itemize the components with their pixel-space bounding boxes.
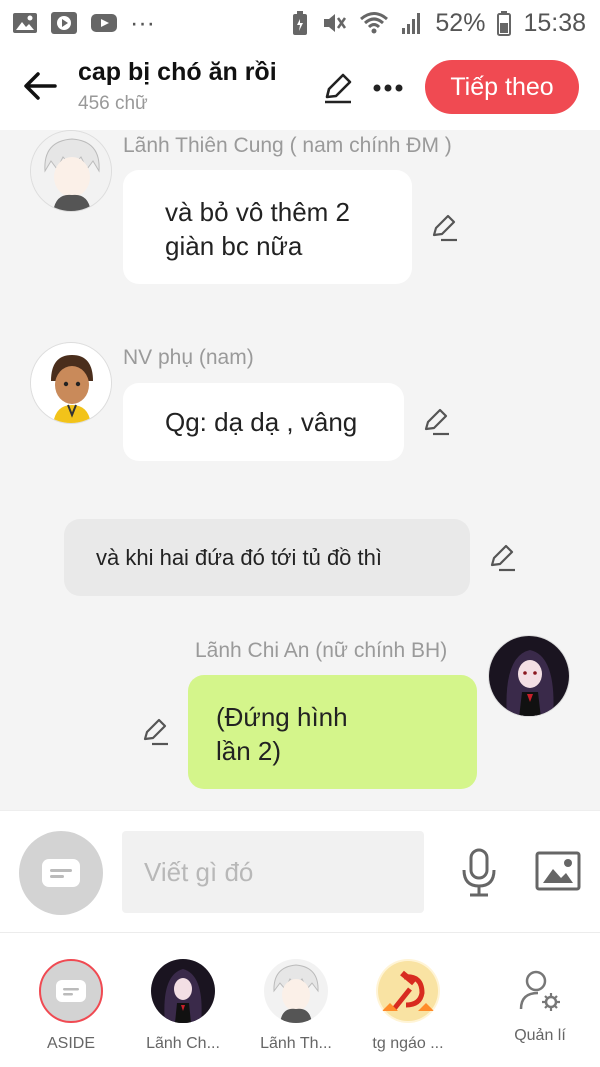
speaker-name: NV phụ (nam) [123, 346, 254, 369]
message-bubble[interactable]: và bỏ vô thêm 2 giàn bc nữa [123, 170, 412, 284]
gallery-notification-icon [12, 11, 38, 35]
speaker-name: Lãnh Thiên Cung ( nam chính ĐM ) [123, 134, 452, 157]
edit-narration-button[interactable] [486, 542, 518, 574]
more-notifications: ··· [130, 8, 155, 37]
pencil-icon [490, 544, 515, 572]
insert-image-button[interactable] [534, 849, 582, 893]
compose-bar [0, 810, 600, 932]
message-line: (Đứng hình [216, 702, 348, 732]
message-box-icon [42, 859, 80, 887]
microphone-icon [462, 848, 496, 897]
header: cap bị chó ăn rồi 456 chữ Tiếp theo [0, 46, 600, 130]
white-hair-boy-avatar[interactable] [30, 130, 112, 212]
video-app-notification-icon [50, 11, 78, 35]
tab-label: Quản lí [514, 1027, 566, 1044]
tab-label: Lãnh Ch... [146, 1035, 220, 1052]
message-bubble[interactable]: (Đứng hình lần 2) [188, 675, 477, 789]
pencil-icon [325, 73, 352, 104]
message-line: giàn bc nữa [165, 231, 303, 261]
battery-percent: 52% [435, 8, 486, 37]
youtube-notification-icon [90, 12, 118, 34]
message-bubble[interactable]: Qg: dạ dạ , vâng [123, 383, 404, 461]
image-icon [535, 851, 581, 891]
dark-hair-girl-avatar [151, 959, 215, 1023]
tab-author[interactable]: tg ngáo ... [358, 957, 458, 1057]
clock: 15:38 [523, 8, 586, 37]
tab-label: Lãnh Th... [260, 1035, 332, 1052]
edit-message-button[interactable] [139, 716, 171, 748]
pencil-icon [424, 408, 449, 436]
more-options-button[interactable] [370, 70, 406, 106]
battery-saver-icon [291, 10, 309, 36]
page-title: cap bị chó ăn rồi [78, 58, 277, 86]
tab-character[interactable]: Lãnh Ch... [133, 957, 233, 1057]
manage-user-icon [508, 959, 572, 1023]
tab-label: tg ngáo ... [372, 1035, 444, 1052]
battery-icon [497, 10, 512, 36]
chat-area[interactable]: Lãnh Thiên Cung ( nam chính ĐM ) và bỏ v… [0, 130, 600, 810]
speaker-name: Lãnh Chi An (nữ chính BH) [195, 639, 448, 662]
back-arrow-icon [24, 72, 57, 100]
edit-message-button[interactable] [428, 212, 460, 244]
next-button[interactable]: Tiếp theo [425, 60, 579, 114]
wifi-icon [359, 11, 389, 35]
more-dots-icon [373, 84, 403, 92]
mute-icon [321, 11, 347, 35]
word-count: 456 chữ [78, 93, 148, 114]
brown-hair-boy-avatar[interactable] [30, 342, 112, 424]
notification-icons: ··· [12, 9, 155, 38]
white-hair-boy-avatar [264, 959, 328, 1023]
tab-label: ASIDE [46, 1035, 95, 1052]
voice-input-button[interactable] [456, 845, 502, 901]
system-indicators: 52% 15:38 [291, 9, 586, 38]
edit-message-button[interactable] [420, 406, 452, 438]
status-bar: ··· 52% 15:38 [0, 0, 600, 46]
hammer-sickle-avatar [376, 959, 440, 1023]
tab-character[interactable]: Lãnh Th... [246, 957, 346, 1057]
message-line: Qg: dạ dạ , vâng [165, 407, 358, 437]
aside-toggle-button[interactable] [19, 831, 103, 915]
title-block: cap bị chó ăn rồi 456 chữ [78, 58, 277, 115]
message-input[interactable] [122, 831, 424, 913]
message-line: lần 2) [216, 736, 282, 766]
narration-text: và khi hai đứa đó tới tủ đồ thì [96, 545, 382, 570]
dark-hair-girl-avatar[interactable] [488, 635, 570, 717]
pencil-icon [143, 718, 168, 746]
signal-icon [401, 11, 423, 35]
tab-manage[interactable]: Quản lí [490, 957, 590, 1057]
narration-bubble[interactable]: và khi hai đứa đó tới tủ đồ thì [64, 519, 470, 596]
message-line: và bỏ vô thêm 2 [165, 197, 350, 227]
pencil-icon [432, 214, 457, 242]
aside-icon [39, 959, 103, 1023]
tab-aside[interactable]: ASIDE [21, 957, 121, 1057]
back-button[interactable] [20, 66, 60, 106]
character-tab-bar: ASIDE Lãnh Ch... Lãnh Th... tg ngáo ... … [0, 932, 600, 1067]
edit-title-button[interactable] [320, 70, 356, 106]
